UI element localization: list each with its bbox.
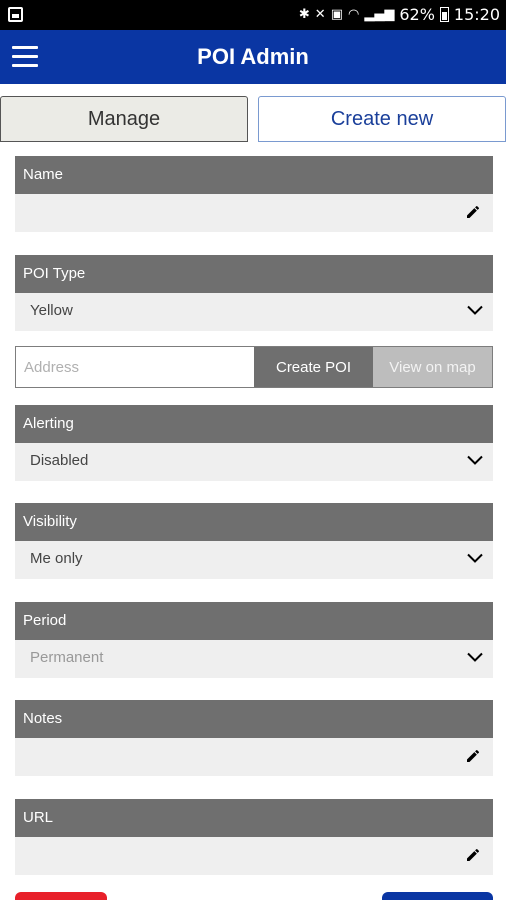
- clock: 15:20: [453, 5, 500, 24]
- address-row: Create POI View on map: [15, 346, 493, 388]
- visibility-value: Me only: [30, 550, 83, 567]
- visibility-field: Visibility Me only: [15, 503, 493, 579]
- address-input[interactable]: [16, 347, 254, 387]
- battery-percent: 62%: [399, 5, 435, 24]
- chevron-down-icon: [467, 305, 483, 315]
- bluetooth-icon: ✱: [298, 7, 310, 22]
- app-bar: POI Admin: [0, 30, 506, 84]
- view-on-map-button[interactable]: View on map: [373, 347, 492, 387]
- tab-create-new[interactable]: Create new: [258, 96, 506, 142]
- pencil-icon[interactable]: [465, 204, 481, 220]
- mute-icon: ✕: [314, 7, 326, 22]
- alerting-value: Disabled: [30, 452, 89, 469]
- pencil-icon[interactable]: [465, 748, 481, 764]
- pencil-icon[interactable]: [465, 847, 481, 863]
- period-label: Period: [15, 602, 493, 640]
- period-field: Period Permanent: [15, 602, 493, 678]
- page-title: POI Admin: [197, 44, 309, 69]
- vibrate-icon: ▣: [330, 7, 343, 22]
- chevron-down-icon: [467, 553, 483, 563]
- poi-type-label: POI Type: [15, 255, 493, 293]
- signal-icon: ▂▄▆: [364, 7, 395, 22]
- period-select[interactable]: Permanent: [15, 640, 493, 678]
- notes-label: Notes: [15, 700, 493, 738]
- poi-type-field: POI Type Yellow: [15, 255, 493, 331]
- status-bar: ✱ ✕ ▣ ◠ ▂▄▆ 62% 15:20: [0, 0, 506, 30]
- tab-bar: Manage Create new: [0, 96, 506, 142]
- poi-type-select[interactable]: Yellow: [15, 293, 493, 331]
- period-value: Permanent: [30, 649, 104, 666]
- visibility-select[interactable]: Me only: [15, 541, 493, 579]
- tab-manage[interactable]: Manage: [0, 96, 248, 142]
- poi-type-value: Yellow: [30, 302, 73, 319]
- status-icons: ✱ ✕ ▣ ◠ ▂▄▆ 62% 15:20: [299, 5, 500, 24]
- name-input[interactable]: [15, 194, 493, 232]
- wifi-icon: ◠: [347, 7, 360, 22]
- chevron-down-icon: [467, 455, 483, 465]
- url-label: URL: [15, 799, 493, 837]
- alerting-select[interactable]: Disabled: [15, 443, 493, 481]
- url-field: URL: [15, 799, 493, 875]
- name-label: Name: [15, 156, 493, 194]
- chevron-down-icon: [467, 652, 483, 662]
- alerting-field: Alerting Disabled: [15, 405, 493, 481]
- save-button[interactable]: [382, 892, 493, 900]
- alerting-label: Alerting: [15, 405, 493, 443]
- image-icon: [8, 7, 23, 22]
- notes-field: Notes: [15, 700, 493, 776]
- create-poi-button[interactable]: Create POI: [254, 347, 373, 387]
- name-field: Name: [15, 156, 493, 232]
- notes-input[interactable]: [15, 738, 493, 776]
- visibility-label: Visibility: [15, 503, 493, 541]
- battery-icon: [439, 7, 449, 22]
- cancel-button[interactable]: [15, 892, 107, 900]
- url-input[interactable]: [15, 837, 493, 875]
